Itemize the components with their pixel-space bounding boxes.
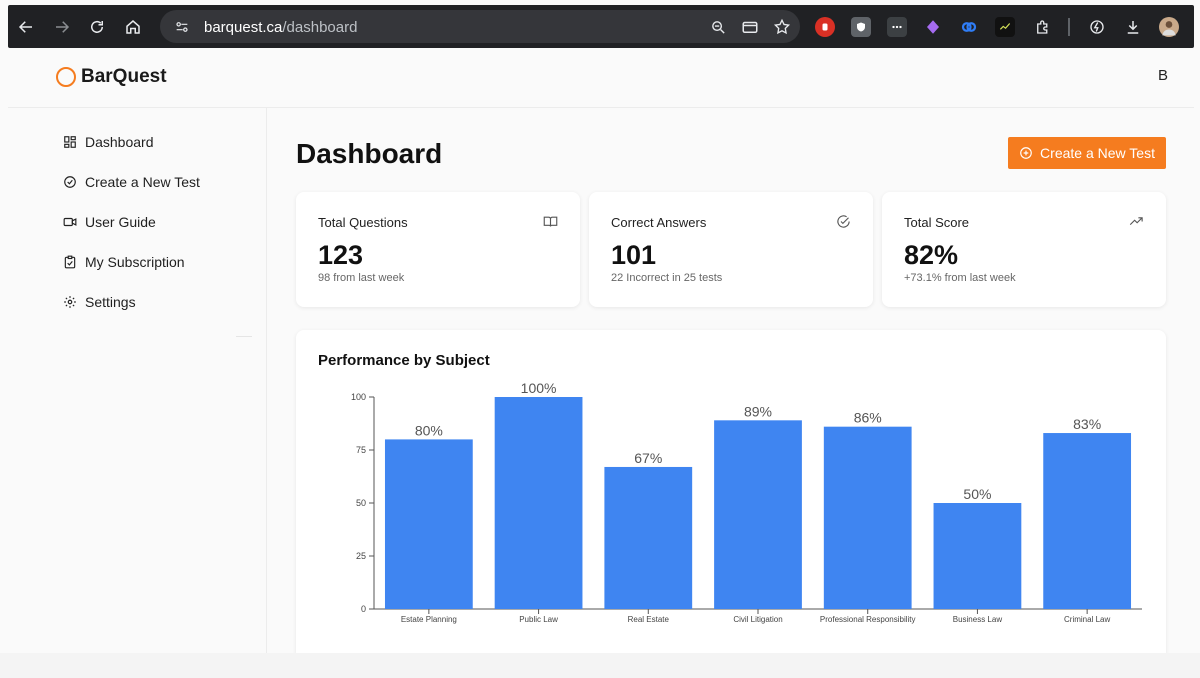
chart-bar: [933, 503, 1022, 609]
create-test-button[interactable]: Create a New Test: [1008, 137, 1166, 169]
y-tick-label: 25: [356, 551, 366, 561]
plus-circle-icon: [1020, 147, 1032, 159]
logo[interactable]: BarQuest: [56, 66, 167, 88]
url-host: barquest.ca: [204, 19, 283, 36]
chart-bar: [604, 466, 693, 609]
card-value: 123: [318, 240, 364, 270]
y-tick-label: 75: [356, 445, 366, 455]
home-icon[interactable]: [120, 14, 146, 40]
x-tick-label: Business Law: [953, 615, 1003, 624]
sidebar-item-subscription[interactable]: My Subscription: [63, 252, 185, 272]
extension-link-icon[interactable]: [959, 17, 979, 37]
sidebar-divider: [236, 336, 252, 337]
card-label: Total Score: [904, 215, 970, 230]
address-bar[interactable]: barquest.ca/dashboard: [160, 10, 800, 43]
stat-card-correct-answers: Correct Answers 101 22 Incorrect in 25 t…: [589, 192, 873, 307]
back-arrow-icon[interactable]: [13, 14, 39, 40]
x-tick-label: Professional Responsibility: [820, 615, 916, 624]
site-settings-icon[interactable]: [172, 17, 192, 37]
download-icon[interactable]: [1123, 17, 1143, 37]
chart-bar: [823, 426, 912, 609]
chart-bar: [494, 397, 583, 609]
stat-card-total-questions: Total Questions 123 98 from last week: [296, 192, 580, 307]
extensions-puzzle-icon[interactable]: [1033, 17, 1053, 37]
page-title: Dashboard: [296, 138, 443, 169]
performance-bolt-icon[interactable]: [1087, 17, 1107, 37]
browser-toolbar: barquest.ca/dashboard: [8, 5, 1194, 48]
bar-data-label: 100%: [521, 380, 557, 396]
sidebar-item-label: Create a New Test: [85, 174, 200, 190]
extension-stop-icon[interactable]: [815, 17, 835, 37]
gear-icon: [64, 296, 76, 308]
chart-bar: [714, 420, 802, 609]
bar-data-label: 83%: [1073, 416, 1101, 432]
x-tick-label: Criminal Law: [1064, 615, 1110, 624]
sidebar-item-label: Settings: [85, 294, 136, 310]
card-value: 82%: [904, 240, 959, 270]
x-tick-label: Real Estate: [628, 615, 670, 624]
logo-ring-icon: [56, 67, 76, 87]
card-subtext: 98 from last week: [318, 272, 405, 284]
book-open-icon: [543, 216, 558, 227]
extension-ublock-icon[interactable]: [851, 17, 871, 37]
forward-arrow-icon[interactable]: [49, 14, 75, 40]
logo-text: BarQuest: [81, 66, 167, 87]
bookmark-star-icon[interactable]: [772, 17, 792, 37]
app-header: BarQuest B: [8, 48, 1194, 108]
bar-data-label: 80%: [415, 422, 443, 438]
page-bottom-strip: [0, 653, 1200, 678]
y-tick-label: 50: [356, 498, 366, 508]
video-camera-icon: [63, 217, 77, 227]
user-avatar[interactable]: B: [1158, 67, 1168, 84]
card-subtext: 22 Incorrect in 25 tests: [611, 272, 723, 284]
performance-bar-chart: 0 25 50 75 100 80% Estate Planning 100% Public L…: [351, 380, 1142, 624]
sidebar-item-label: Dashboard: [85, 134, 154, 150]
profile-avatar-icon[interactable]: [1159, 17, 1179, 37]
card-icon[interactable]: [740, 17, 760, 37]
stat-card-total-score: Total Score 82% +73.1% from last week: [882, 192, 1166, 307]
extension-chart-icon[interactable]: [995, 17, 1015, 37]
card-value: 101: [611, 240, 657, 270]
extension-diamond-icon[interactable]: [923, 17, 943, 37]
sidebar-item-create-test[interactable]: Create a New Test: [63, 172, 200, 192]
card-label: Correct Answers: [611, 215, 707, 230]
card-subtext: +73.1% from last week: [904, 272, 1016, 284]
y-tick-label: 100: [351, 392, 366, 402]
bar-data-label: 67%: [634, 450, 662, 466]
trending-up-icon: [1129, 217, 1143, 226]
y-tick-label: 0: [361, 604, 366, 614]
performance-chart-card: Performance by Subject 0 25 50 75 100 80% Esta…: [296, 330, 1166, 660]
bar-data-label: 86%: [854, 410, 882, 426]
extension-dots-icon[interactable]: [887, 17, 907, 37]
zoom-icon[interactable]: [708, 17, 728, 37]
sidebar: Dashboard Create a New Test User Guide M…: [8, 108, 267, 653]
sidebar-item-label: My Subscription: [85, 254, 185, 270]
x-tick-label: Public Law: [519, 615, 558, 624]
clipboard-icon: [64, 255, 76, 269]
toolbar-divider: [1068, 18, 1070, 36]
url-path: /dashboard: [282, 19, 358, 36]
x-tick-label: Civil Litigation: [733, 615, 782, 624]
create-test-button-label: Create a New Test: [1040, 145, 1155, 161]
sidebar-item-user-guide[interactable]: User Guide: [63, 212, 156, 232]
x-tick-label: Estate Planning: [401, 615, 457, 624]
bar-data-label: 50%: [963, 486, 991, 502]
chart-bar: [1043, 433, 1132, 609]
card-label: Total Questions: [318, 215, 408, 230]
chart-bar: [384, 439, 473, 609]
sidebar-item-settings[interactable]: Settings: [63, 292, 136, 312]
circle-check-icon: [64, 176, 76, 188]
dashboard-grid-icon: [64, 136, 76, 148]
sidebar-item-dashboard[interactable]: Dashboard: [63, 132, 154, 152]
url-text: barquest.ca/dashboard: [204, 19, 357, 36]
reload-icon[interactable]: [84, 14, 110, 40]
bar-data-label: 89%: [744, 403, 772, 419]
check-circle-icon: [837, 215, 850, 228]
sidebar-item-label: User Guide: [85, 214, 156, 230]
